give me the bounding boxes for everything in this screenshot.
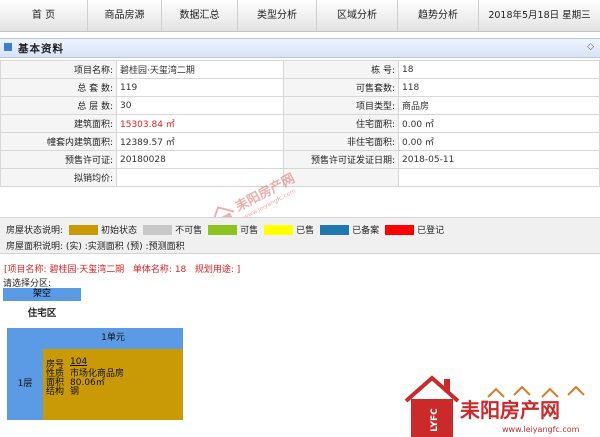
field-label: 总 套 数: (0, 78, 117, 97)
zone-label-residential[interactable]: 住宅区 (3, 305, 81, 319)
section-title: 基本资料 (18, 43, 64, 55)
field-label: 住宅面积: (283, 114, 399, 133)
field-label: 项目类型: (283, 96, 399, 115)
field-value: 2018-05-11 (398, 150, 600, 169)
table-row: 建筑面积: 15303.84 ㎡ 住宅面积: 0.00 ㎡ (0, 114, 600, 133)
nav-trend-analysis[interactable]: 趋势分析 (398, 0, 479, 31)
table-row: 幢套内建筑面积: 12389.57 ㎡ 非住宅面积: 0.00 ㎡ (0, 132, 600, 151)
field-value: 0.00 ㎡ (398, 114, 600, 133)
legend-swatch-registered (385, 224, 415, 235)
project-name: 碧桂园·天玺湾二期 (49, 265, 125, 275)
field-value: 12389.57 ㎡ (116, 132, 284, 151)
field-value: 119 (116, 78, 284, 97)
legend-swatch-filed (320, 224, 350, 235)
nav-type-analysis[interactable]: 类型分析 (238, 0, 317, 31)
field-value: 商品房 (398, 96, 600, 115)
logo-side-text: LYFC (430, 408, 440, 432)
section-bullet-icon (4, 43, 12, 51)
room-structure: 钢 (70, 387, 80, 397)
watermark: 耒阳房产网 www.leiyangfc.com (211, 170, 298, 218)
field-value: 15303.84 ㎡ (116, 114, 284, 133)
table-row: 总 套 数: 119 可售套数: 118 (0, 78, 600, 97)
legend-text: 可售 (240, 226, 259, 236)
planned-use-label: 规划用途: (194, 265, 234, 275)
nav-area-analysis[interactable]: 区域分析 (317, 0, 398, 31)
logo-url: www.leiyangfc.com (502, 425, 580, 434)
collapse-icon[interactable]: ◇ (587, 42, 594, 52)
field-label: 总 层 数: (0, 96, 117, 115)
top-nav: 首 页 商品房源 数据汇总 类型分析 区域分析 趋势分析 2018年5月18日 … (0, 0, 600, 32)
field-value: 18 (398, 60, 600, 79)
unit-grid: 1单元 1层 房号 104 性质 市场化商品房 面积 80.06㎡ 结构 钢 (7, 328, 183, 420)
room-structure-label: 结构 (46, 387, 65, 397)
legend-label: 房屋状态说明: (6, 226, 64, 236)
project-summary-line: [项目名称: 碧桂园·天玺湾二期 单体名称: 18 规划用途: ] (4, 262, 240, 275)
legend-swatch-for-sale (208, 224, 238, 235)
legend-text: 已备案 (352, 226, 380, 236)
field-label: 建筑面积: (0, 114, 117, 133)
field-label: 预售许可证发证日期: (283, 150, 399, 169)
field-value: 30 (116, 96, 284, 115)
room-structure-row: 结构 钢 (46, 384, 79, 397)
grid-corner (7, 328, 43, 349)
area-legend: 房屋面积说明: (实) :实测面积 (预) :预测面积 (6, 242, 185, 252)
field-value: 118 (398, 78, 600, 97)
legend-text: 已登记 (417, 226, 445, 236)
field-value: 20180028 (116, 150, 284, 169)
site-logo: LYFC 耒阳房产网 www.leiyangfc.com (404, 375, 585, 437)
unit-header: 1单元 (43, 328, 183, 349)
field-label: 幢套内建筑面积: (0, 132, 117, 151)
bracket-close: ] (236, 265, 241, 275)
field-value: 碧桂园·天玺湾二期 (116, 60, 284, 79)
legend-text: 不可售 (175, 226, 203, 236)
field-label: 预售许可证: (0, 150, 117, 169)
logo-text: 耒阳房产网 (460, 398, 560, 422)
unit-name-label: 单体名称: (132, 265, 172, 275)
nav-listings[interactable]: 商品房源 (88, 0, 162, 31)
field-label: 项目名称: (0, 60, 117, 79)
table-row: 总 层 数: 30 项目类型: 商品房 (0, 96, 600, 115)
field-label: 可售套数: (283, 78, 399, 97)
basic-info-header: 基本资料 ◇ (0, 38, 600, 58)
field-label: 非住宅面积: (283, 132, 399, 151)
legend-swatch-initial (69, 224, 99, 235)
table-row: 项目名称: 碧桂园·天玺湾二期 栋 号: 18 (0, 60, 600, 79)
unit-name: 18 (174, 265, 187, 275)
project-name-label: 项目名称: (7, 265, 47, 275)
legend-text: 初始状态 (101, 226, 138, 236)
legend-swatch-not-for-sale (143, 224, 173, 235)
status-legend: 房屋状态说明: 初始状态 不可售 可售 已售 已备案 已登记 房屋面积说明: (… (0, 217, 600, 254)
table-row: 预售许可证: 20180028 预售许可证发证日期: 2018-05-11 (0, 150, 600, 169)
legend-text: 已售 (296, 226, 315, 236)
legend-swatch-sold (264, 224, 294, 235)
field-label: 栋 号: (283, 60, 399, 79)
zone-button-elevated[interactable]: 架空 (3, 288, 81, 301)
floor-label: 1层 (7, 349, 43, 420)
field-value: 0.00 ㎡ (398, 132, 600, 151)
room-cell[interactable]: 房号 104 性质 市场化商品房 面积 80.06㎡ 结构 钢 (43, 349, 183, 420)
current-date: 2018年5月18日 星期三 (488, 10, 591, 21)
nav-data-summary[interactable]: 数据汇总 (162, 0, 238, 31)
field-label: 拟销均价: (0, 168, 117, 187)
field-value (398, 168, 600, 187)
nav-home[interactable]: 首 页 (0, 0, 88, 31)
